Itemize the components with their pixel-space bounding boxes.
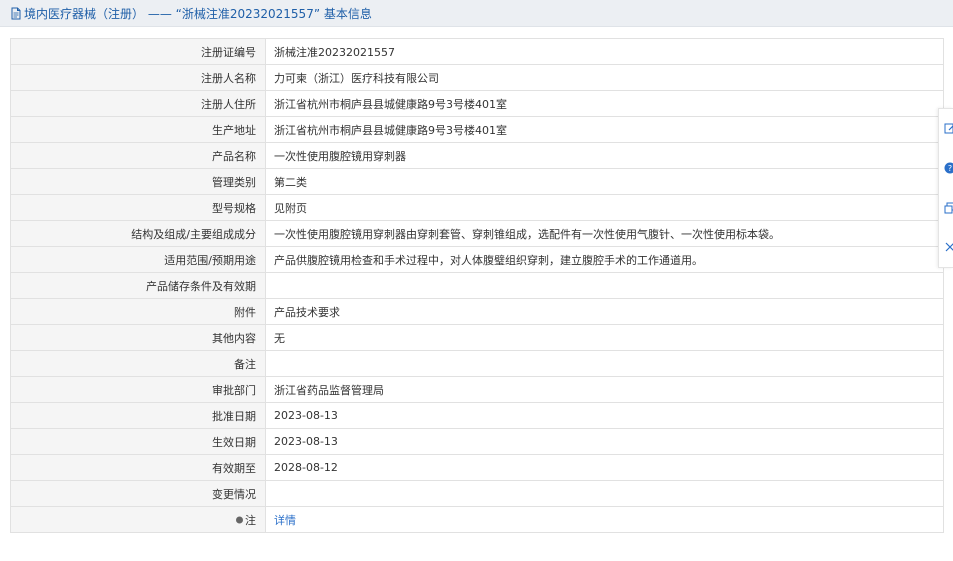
row-value: 浙江省杭州市桐庐县县城健康路9号3号楼401室 [265, 90, 944, 117]
pin-icon [235, 516, 244, 525]
table-row: 变更情况 [10, 480, 944, 507]
table-row: 产品名称 一次性使用腹腔镜用穿刺器 [10, 142, 944, 169]
row-label: 其他内容 [10, 324, 266, 351]
page-title: 境内医疗器械（注册） —— “浙械注准20232021557” 基本信息 [10, 5, 372, 22]
row-value: 产品供腹腔镜用检查和手术过程中，对人体腹璧组织穿刺，建立腹腔手术的工作通道用。 [265, 246, 944, 273]
row-value: 一次性使用腹腔镜用穿刺器 [265, 142, 944, 169]
edit-icon [944, 123, 953, 134]
row-value: 产品技术要求 [265, 298, 944, 325]
table-row: 审批部门 浙江省药品监督管理局 [10, 376, 944, 403]
row-value: 浙江省杭州市桐庐县县城健康路9号3号楼401室 [265, 116, 944, 143]
row-value: 力可柬（浙江）医疗科技有限公司 [265, 64, 944, 91]
row-value: 浙江省药品监督管理局 [265, 376, 944, 403]
row-label: 批准日期 [10, 402, 266, 429]
row-label: 注册人住所 [10, 90, 266, 117]
svg-text:?: ? [948, 164, 952, 173]
table-row: 附件 产品技术要求 [10, 298, 944, 325]
table-row: 生产地址 浙江省杭州市桐庐县县城健康路9号3号楼401室 [10, 116, 944, 143]
table-row: 型号规格 见附页 [10, 194, 944, 221]
row-value: 2023-08-13 [265, 402, 944, 429]
table-row: 注册人住所 浙江省杭州市桐庐县县城健康路9号3号楼401室 [10, 90, 944, 117]
row-value: 一次性使用腹腔镜用穿刺器由穿刺套管、穿刺锥组成，选配件有一次性使用气腹针、一次性… [265, 220, 944, 247]
help-button[interactable]: ? [943, 161, 953, 175]
table-row-note: 注 详情 [10, 506, 944, 533]
table-row: 其他内容无 [10, 324, 944, 351]
row-value: 第二类 [265, 168, 944, 195]
help-icon: ? [944, 162, 953, 174]
row-label: 生效日期 [10, 428, 266, 455]
row-label: 型号规格 [10, 194, 266, 221]
row-label: 管理类别 [10, 168, 266, 195]
edit-button[interactable] [943, 121, 953, 135]
row-label: 适用范围/预期用途 [10, 246, 266, 273]
document-icon [10, 7, 22, 20]
row-label: 变更情况 [10, 480, 266, 507]
row-label: 产品储存条件及有效期 [10, 272, 266, 299]
row-value: 无 [265, 324, 944, 351]
row-label: 审批部门 [10, 376, 266, 403]
table-row: 结构及组成/主要组成成分 一次性使用腹腔镜用穿刺器由穿刺套管、穿刺锥组成，选配件有… [10, 220, 944, 247]
row-value [265, 480, 944, 507]
note-label: 注 [245, 513, 256, 527]
row-label: 有效期至 [10, 454, 266, 481]
table-row: 生效日期 2023-08-13 [10, 428, 944, 455]
row-label: 生产地址 [10, 116, 266, 143]
row-value [265, 350, 944, 377]
row-label: 产品名称 [10, 142, 266, 169]
row-label: 备注 [10, 350, 266, 377]
side-toolbar: ? [938, 108, 953, 268]
table-row: 批准日期 2023-08-13 [10, 402, 944, 429]
details-link[interactable]: 详情 [274, 514, 296, 527]
detail-table: 注册证编号 浙械注准20232021557 注册人名称 力可柬（浙江）医疗科技有限公司… [10, 38, 944, 533]
table-row: 适用范围/预期用途 产品供腹腔镜用检查和手术过程中，对人体腹璧组织穿刺，建立腹腔手… [10, 246, 944, 273]
header-bar: 境内医疗器械（注册） —— “浙械注准20232021557” 基本信息 [0, 0, 953, 27]
row-label: 结构及组成/主要组成成分 [10, 220, 266, 247]
copy-button[interactable] [943, 201, 953, 215]
copy-icon [944, 202, 953, 214]
row-value: 2028-08-12 [265, 454, 944, 481]
row-label: 注册证编号 [10, 38, 266, 65]
table-row: 管理类别 第二类 [10, 168, 944, 195]
close-icon [945, 242, 953, 252]
table-row: 备注 [10, 350, 944, 377]
table-row: 有效期至 2028-08-12 [10, 454, 944, 481]
row-label: 注册人名称 [10, 64, 266, 91]
row-value: 浙械注准20232021557 [265, 38, 944, 65]
page-title-text: 境内医疗器械（注册） —— “浙械注准20232021557” 基本信息 [24, 6, 372, 21]
note-value-cell: 详情 [265, 506, 944, 533]
table-row: 注册证编号 浙械注准20232021557 [10, 38, 944, 65]
row-value [265, 272, 944, 299]
close-button[interactable] [943, 240, 953, 254]
detail-table-body: 注册证编号 浙械注准20232021557 注册人名称 力可柬（浙江）医疗科技有限公司… [10, 38, 944, 533]
row-label: 附件 [10, 298, 266, 325]
row-value: 2023-08-13 [265, 428, 944, 455]
table-row: 注册人名称 力可柬（浙江）医疗科技有限公司 [10, 64, 944, 91]
table-row: 产品储存条件及有效期 [10, 272, 944, 299]
note-label-cell: 注 [10, 506, 266, 533]
row-value: 见附页 [265, 194, 944, 221]
